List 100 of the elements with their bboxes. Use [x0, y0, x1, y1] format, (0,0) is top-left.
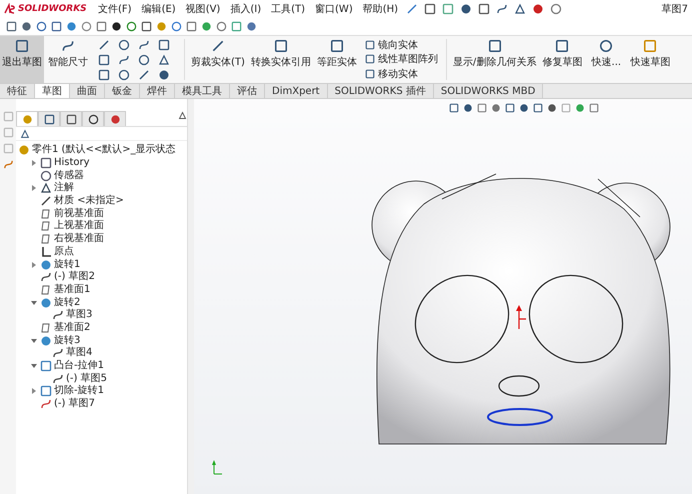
tree-item[interactable]: 凸台-拉伸1 [54, 360, 104, 372]
ribbon-button[interactable]: 快速... [586, 36, 626, 83]
menu-item[interactable]: 视图(V) [184, 2, 222, 16]
expand-arrow-icon[interactable] [31, 160, 37, 166]
menu-item[interactable]: 窗口(W) [313, 2, 355, 16]
sketch-tool-icon[interactable] [138, 39, 150, 51]
ribbon-tab[interactable]: SOLIDWORKS 插件 [328, 84, 434, 98]
ribbon-button[interactable]: 修复草图 [540, 36, 584, 83]
sketch-tool-icon [274, 39, 288, 53]
expand-arrow-icon[interactable] [31, 300, 37, 306]
sketch-tool-icon [364, 68, 375, 79]
ribbon-tab[interactable]: 焊件 [140, 84, 175, 98]
expand-arrow-icon[interactable] [31, 185, 37, 192]
plane-icon [40, 322, 52, 334]
tree-item[interactable]: 基准面1 [54, 284, 90, 296]
panda-head-model-drawing[interactable] [372, 174, 670, 444]
plane-icon [40, 220, 52, 232]
tree-item[interactable]: History [54, 157, 90, 170]
sketch-tool-icon [364, 40, 375, 50]
tree-item[interactable]: 注解 [54, 182, 74, 194]
ribbon-button[interactable]: 线性草图阵列 [364, 52, 438, 66]
ribbon-button[interactable]: 退出草图 [0, 36, 44, 83]
sketch-tool-icon[interactable] [138, 54, 150, 66]
ribbon-button[interactable]: 剪裁实体(T) [189, 36, 247, 83]
ribbon-button[interactable]: 移动实体 [364, 66, 438, 81]
ribbon-tab[interactable]: 钣金 [105, 84, 140, 98]
ribbon-tab[interactable]: SOLIDWORKS MBD [434, 84, 544, 98]
ribbon-button[interactable]: 快速草图 [628, 36, 672, 83]
ribbon-tab[interactable]: 特征 [0, 84, 35, 98]
sketch-tool-icon[interactable] [158, 69, 170, 81]
origin-arrow-icon [516, 305, 527, 330]
sketch-tool-icon [599, 39, 614, 53]
ribbon-button[interactable]: 等距实体 [314, 36, 359, 83]
plane-icon [40, 233, 52, 246]
plane-icon [40, 284, 52, 296]
tree-item[interactable]: 草图4 [66, 347, 92, 360]
sketch-tool-icon [330, 39, 344, 53]
ribbon-button[interactable]: 镜向实体 [364, 38, 438, 52]
sketch-icon [40, 398, 52, 410]
tree-item[interactable]: 基准面2 [54, 322, 90, 334]
sketch-tool-icon[interactable] [138, 69, 150, 81]
tree-item[interactable]: 材质 <未指定> [54, 195, 124, 208]
plane-icon [40, 208, 52, 220]
panel-tab[interactable] [60, 111, 82, 126]
expand-arrow-icon[interactable] [31, 388, 37, 394]
sketch-tool-icon[interactable] [118, 39, 130, 51]
tree-item[interactable]: (-) 草图2 [54, 271, 95, 284]
sketch-icon [52, 372, 64, 385]
sketch-tool-icon[interactable] [158, 54, 170, 66]
sketch-tool-icon[interactable] [98, 69, 110, 81]
ribbon-tab[interactable]: 模具工具 [175, 84, 230, 98]
tree-item[interactable]: 右视基准面 [54, 233, 104, 246]
tree-item[interactable]: 前视基准面 [54, 208, 104, 220]
tree-item[interactable]: 传感器 [54, 170, 84, 182]
logo-text: SOLIDWORKS [18, 4, 87, 14]
sketch-tool-icon[interactable] [98, 54, 110, 66]
ribbon-tab[interactable]: DimXpert [265, 84, 328, 98]
menu-item[interactable]: 工具(T) [269, 2, 308, 16]
ribbon-tab[interactable]: 曲面 [70, 84, 105, 98]
ribbon-button[interactable]: 智能尺寸 [46, 36, 90, 83]
tree-item[interactable]: (-) 草图5 [66, 372, 107, 385]
sketch-icon [40, 271, 52, 284]
tree-item[interactable]: 旋转2 [54, 296, 80, 309]
tree-item[interactable]: 草图3 [66, 309, 92, 322]
tree-item[interactable]: 原点 [54, 246, 74, 258]
sketch-tool-icon [643, 39, 658, 53]
document-title: 草图7 [662, 2, 688, 16]
sketch-tool-icon [364, 54, 375, 64]
tree-item[interactable]: 旋转1 [54, 258, 80, 271]
sketch-tool-icon[interactable] [158, 39, 170, 51]
panel-tab[interactable] [82, 111, 104, 126]
tree-item[interactable]: (-) 草图7 [54, 398, 95, 410]
sketch-icon [52, 309, 64, 322]
sketch-tool-icon[interactable] [98, 39, 110, 51]
ribbon-tab[interactable]: 评估 [230, 84, 265, 98]
sketch-tool-icon[interactable] [118, 69, 130, 81]
expand-arrow-icon[interactable] [31, 262, 37, 268]
toolbar-icon[interactable] [111, 21, 122, 32]
menu-item[interactable]: 帮助(H) [360, 2, 400, 16]
menu-item[interactable]: 插入(I) [228, 2, 264, 16]
tree-item[interactable]: 切除-旋转1 [54, 385, 104, 398]
menu-item[interactable]: 文件(F) [96, 2, 134, 16]
menu-item[interactable]: 编辑(E) [140, 2, 178, 16]
expand-arrow-icon[interactable] [31, 338, 37, 344]
logo-icon [4, 3, 16, 15]
mouth-sketch-ellipse[interactable] [487, 408, 553, 426]
sketch-tool-icon [555, 39, 570, 53]
sketch-tool-icon[interactable] [118, 54, 130, 66]
coordinate-triad-icon [212, 460, 222, 474]
tree-root[interactable]: 零件1 (默认<<默认>_显示状态 [32, 144, 176, 156]
ribbon-tab[interactable]: 草图 [35, 84, 70, 98]
panel-tab[interactable] [38, 111, 60, 126]
toolbar-icon[interactable] [141, 21, 152, 32]
tree-item[interactable]: 上视基准面 [54, 220, 104, 232]
ribbon-button[interactable]: 显示/删除几何关系 [450, 36, 538, 83]
tree-item[interactable]: 旋转3 [54, 334, 80, 347]
origin-icon [40, 246, 52, 258]
sketch-tool-icon [210, 39, 225, 53]
ribbon-button[interactable]: 转换实体引用 [248, 36, 313, 83]
expand-arrow-icon[interactable] [31, 363, 37, 370]
